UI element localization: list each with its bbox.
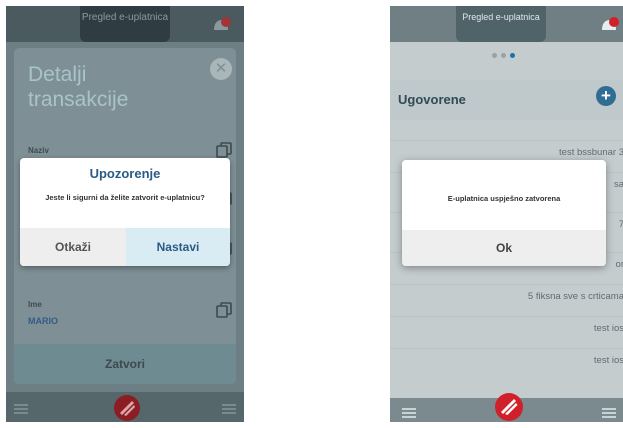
close-button[interactable]: Zatvori: [14, 344, 236, 384]
page-dot-active[interactable]: [510, 53, 515, 58]
bank-logo-icon[interactable]: [113, 394, 141, 422]
cancel-button[interactable]: Otkaži: [20, 228, 126, 266]
ok-button[interactable]: Ok: [402, 230, 606, 266]
field-value-ime: MARIO: [28, 316, 58, 326]
top-bar: Pregled e-uplatnica: [6, 6, 244, 42]
header-title: Pregled e-uplatnica: [80, 6, 170, 42]
confirmation-dialog: Upozorenje Jeste li sigurni da želite za…: [20, 158, 230, 266]
right-phone-screen: Pregled e-uplatnica Ugovorene + test bss…: [390, 6, 623, 422]
top-bar: Pregled e-uplatnica: [390, 6, 623, 42]
copy-icon[interactable]: [216, 302, 232, 318]
dialog-message: E-uplatnica uspješno zatvorena: [447, 194, 561, 203]
section-title: Ugovorene: [398, 92, 466, 107]
menu-icon[interactable]: [402, 408, 416, 418]
page-dot[interactable]: [492, 53, 497, 58]
add-icon[interactable]: +: [596, 86, 616, 106]
menu-icon[interactable]: [222, 404, 236, 414]
menu-icon[interactable]: [14, 404, 28, 414]
list-item[interactable]: test ios: [390, 316, 623, 340]
modal-title: Detalji transakcije: [28, 63, 129, 111]
dialog-message: Jeste li sigurni da želite zatvorit e-up…: [45, 193, 205, 202]
page-dot[interactable]: [501, 53, 506, 58]
field-label-ime: Ime: [28, 300, 42, 309]
notification-bell-icon[interactable]: [598, 16, 620, 32]
close-icon[interactable]: ✕: [210, 58, 232, 80]
list-item[interactable]: test ios: [390, 348, 623, 372]
menu-icon[interactable]: [602, 408, 616, 418]
page-indicator: [492, 53, 522, 59]
bank-logo-icon[interactable]: [494, 392, 524, 422]
copy-icon[interactable]: [216, 142, 232, 158]
continue-button[interactable]: Nastavi: [126, 228, 230, 266]
list-item[interactable]: 5 fiksna sve s crticama: [390, 284, 623, 308]
field-label-naziv: Naziv: [28, 146, 49, 155]
notification-bell-icon[interactable]: [210, 16, 232, 32]
header-title: Pregled e-uplatnica: [456, 6, 546, 42]
left-phone-screen: Pregled e-uplatnica Detalji transakcije …: [6, 6, 244, 422]
success-dialog: E-uplatnica uspješno zatvorena Ok: [402, 160, 606, 266]
dialog-title: Upozorenje: [89, 166, 161, 181]
